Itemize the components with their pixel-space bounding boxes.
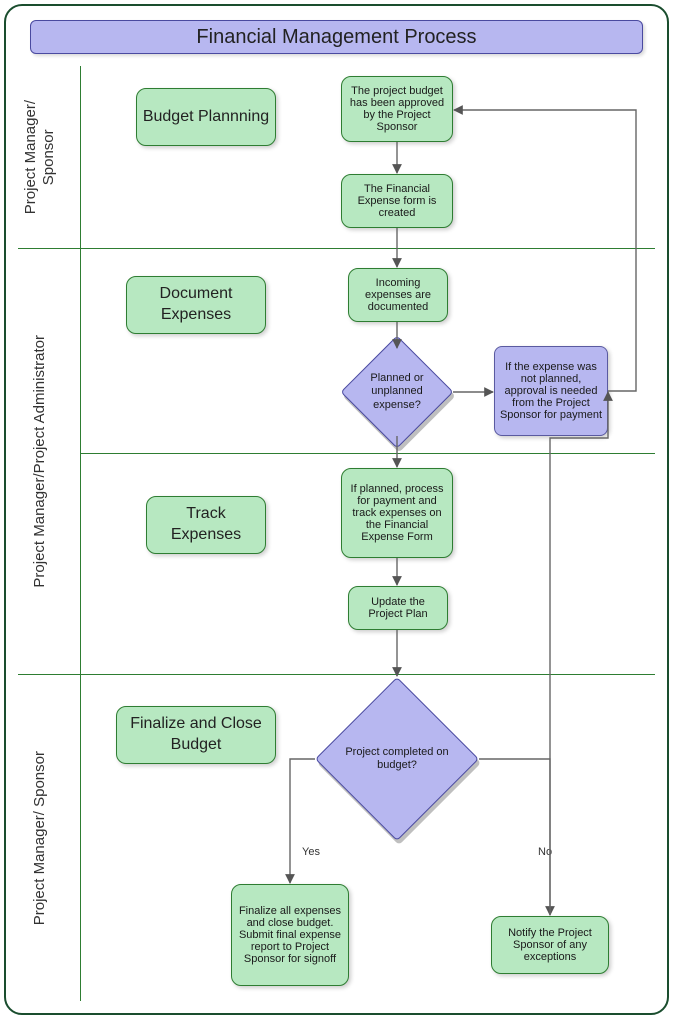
lane-divider-1 <box>18 248 655 249</box>
phase-document-expenses-text: Document Expenses <box>131 284 261 326</box>
connectors-svg <box>6 6 671 1017</box>
lane-label-1: Project Manager/ Sponsor <box>20 66 60 248</box>
node-approval-needed-text: If the expense was not planned, approval… <box>499 361 603 421</box>
node-update-plan: Update the Project Plan <box>348 586 448 630</box>
lane-divider-3 <box>18 674 655 675</box>
label-no: No <box>538 846 552 858</box>
node-finalize-close-text: Finalize all expenses and close budget. … <box>236 905 344 965</box>
phase-document-expenses: Document Expenses <box>126 276 266 334</box>
node-expense-form-created-text: The Financial Expense form is created <box>346 183 448 219</box>
node-incoming-documented: Incoming expenses are documented <box>348 268 448 322</box>
phase-finalize-close: Finalize and Close Budget <box>116 706 276 764</box>
phase-budget-planning-text: Budget Plannning <box>143 107 269 128</box>
decision-planned-unplanned-text: Planned or unplanned expense? <box>351 367 443 417</box>
phase-budget-planning: Budget Plannning <box>136 88 276 146</box>
phase-finalize-close-text: Finalize and Close Budget <box>121 714 271 756</box>
diagram-title: Financial Management Process <box>196 26 476 49</box>
lane-label-1-text: Project Manager/ Sponsor <box>22 100 58 214</box>
node-update-plan-text: Update the Project Plan <box>353 596 443 620</box>
decision-on-budget-text: Project completed on budget? <box>342 739 452 779</box>
node-process-track-text: If planned, process for payment and trac… <box>346 483 448 543</box>
node-expense-form-created: The Financial Expense form is created <box>341 174 453 228</box>
diagram-frame: Financial Management Process Project Man… <box>4 4 669 1015</box>
node-budget-approved-text: The project budget has been approved by … <box>346 85 448 133</box>
node-budget-approved: The project budget has been approved by … <box>341 76 453 142</box>
phase-track-expenses-text: Track Expenses <box>151 504 261 546</box>
node-notify-exceptions: Notify the Project Sponsor of any except… <box>491 916 609 974</box>
lane-label-3: Project Manager/ Sponsor <box>20 674 60 1002</box>
lane-label-3-text: Project Manager/ Sponsor <box>31 751 49 925</box>
node-process-track: If planned, process for payment and trac… <box>341 468 453 558</box>
lane-label-2-text: Project Manager/Project Administrator <box>31 335 49 588</box>
lane-divider-vertical <box>80 66 81 1001</box>
phase-track-expenses: Track Expenses <box>146 496 266 554</box>
title-bar: Financial Management Process <box>30 20 643 54</box>
node-approval-needed: If the expense was not planned, approval… <box>494 346 608 436</box>
lane-label-2: Project Manager/Project Administrator <box>20 248 60 674</box>
lane-divider-2 <box>80 453 655 454</box>
node-notify-exceptions-text: Notify the Project Sponsor of any except… <box>496 927 604 963</box>
node-finalize-close: Finalize all expenses and close budget. … <box>231 884 349 986</box>
label-yes: Yes <box>302 846 320 858</box>
node-incoming-documented-text: Incoming expenses are documented <box>353 277 443 313</box>
